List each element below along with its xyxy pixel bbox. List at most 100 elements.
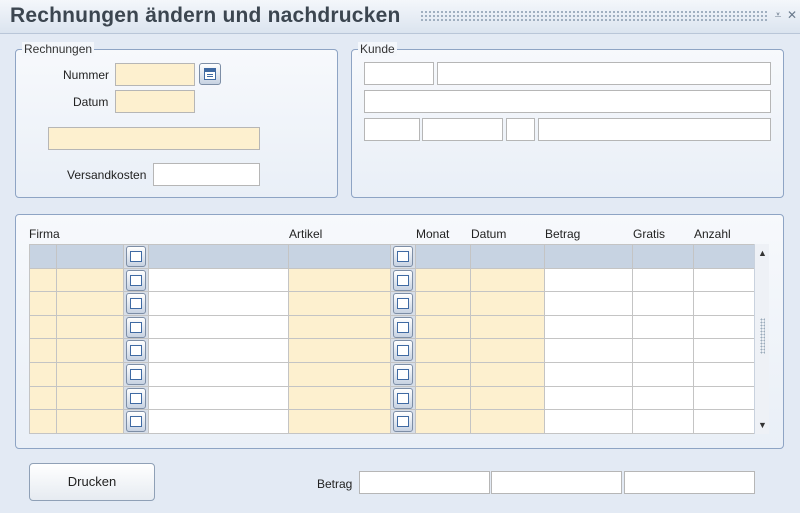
cell-firma-name[interactable]	[149, 363, 289, 387]
cell-anzahl[interactable]	[694, 315, 755, 340]
artikel-lookup-button[interactable]	[391, 315, 416, 340]
cell-artikel[interactable]	[289, 363, 391, 387]
cell-firma[interactable]	[57, 339, 124, 363]
firma-lookup-button[interactable]	[124, 339, 149, 363]
scroll-down-arrow-icon[interactable]: ▼	[755, 418, 770, 432]
cell-datum[interactable]	[471, 268, 545, 293]
cell-artikel[interactable]	[289, 339, 391, 363]
kunde-field-5[interactable]	[422, 118, 503, 141]
column-header-anzahl[interactable]: Anzahl	[694, 227, 731, 241]
cell-gratis[interactable]	[633, 410, 694, 434]
minimize-button[interactable]: ⩡	[771, 8, 785, 22]
cell-gratis[interactable]	[633, 315, 694, 340]
kunde-field-7[interactable]	[538, 118, 771, 141]
cell-gratis[interactable]	[633, 363, 694, 387]
cell-betrag[interactable]	[545, 268, 633, 293]
cell-firma[interactable]	[57, 386, 124, 411]
nummer-field[interactable]	[115, 63, 195, 86]
table-row[interactable]	[30, 268, 755, 293]
cell-artikel[interactable]	[289, 292, 391, 316]
cell-anzahl[interactable]	[694, 268, 755, 293]
calendar-button[interactable]	[126, 364, 146, 385]
cell-gratis[interactable]	[633, 245, 694, 269]
cell-gratis[interactable]	[633, 386, 694, 411]
cell-firma-name[interactable]	[149, 410, 289, 434]
calendar-button[interactable]	[393, 316, 413, 338]
cell-gratis[interactable]	[633, 268, 694, 293]
artikel-lookup-button[interactable]	[391, 268, 416, 293]
cell-monat[interactable]	[416, 339, 471, 363]
table-row[interactable]	[30, 386, 755, 411]
cell-datum[interactable]	[471, 245, 545, 269]
cell-anzahl[interactable]	[694, 292, 755, 316]
scroll-thumb-grip[interactable]	[760, 318, 765, 354]
table-row[interactable]	[30, 363, 755, 387]
betrag-total-field-3[interactable]	[624, 471, 755, 494]
calendar-button[interactable]	[126, 340, 146, 362]
cell-anzahl[interactable]	[694, 339, 755, 363]
cell-firma-code[interactable]	[30, 292, 57, 316]
cell-firma[interactable]	[57, 315, 124, 340]
cell-betrag[interactable]	[545, 339, 633, 363]
cell-firma[interactable]	[57, 245, 124, 269]
firma-lookup-button[interactable]	[124, 268, 149, 293]
column-header-firma[interactable]: Firma	[29, 227, 60, 241]
cell-firma[interactable]	[57, 292, 124, 316]
cell-monat[interactable]	[416, 315, 471, 340]
cell-anzahl[interactable]	[694, 363, 755, 387]
cell-monat[interactable]	[416, 363, 471, 387]
cell-betrag[interactable]	[545, 363, 633, 387]
cell-betrag[interactable]	[545, 245, 633, 269]
cell-monat[interactable]	[416, 410, 471, 434]
scroll-up-arrow-icon[interactable]: ▲	[755, 246, 770, 260]
cell-artikel[interactable]	[289, 268, 391, 293]
column-header-betrag[interactable]: Betrag	[545, 227, 580, 241]
nummer-lookup-button[interactable]	[199, 63, 221, 85]
cell-firma-name[interactable]	[149, 268, 289, 293]
betrag-total-field-1[interactable]	[359, 471, 490, 494]
calendar-button[interactable]	[393, 387, 413, 409]
artikel-lookup-button[interactable]	[391, 292, 416, 316]
cell-datum[interactable]	[471, 315, 545, 340]
cell-monat[interactable]	[416, 245, 471, 269]
cell-gratis[interactable]	[633, 339, 694, 363]
cell-datum[interactable]	[471, 410, 545, 434]
cell-datum[interactable]	[471, 363, 545, 387]
table-row[interactable]	[30, 292, 755, 316]
cell-firma-code[interactable]	[30, 315, 57, 340]
cell-firma-name[interactable]	[149, 245, 289, 269]
kunde-field-2[interactable]	[437, 62, 771, 85]
calendar-button[interactable]	[393, 340, 413, 362]
cell-betrag[interactable]	[545, 410, 633, 434]
calendar-button[interactable]	[126, 316, 146, 338]
table-row[interactable]	[30, 339, 755, 363]
versandkosten-field[interactable]	[153, 163, 260, 186]
table-row[interactable]	[30, 315, 755, 340]
calendar-button[interactable]	[393, 364, 413, 385]
cell-anzahl[interactable]	[694, 410, 755, 434]
artikel-lookup-button[interactable]	[391, 410, 416, 434]
calendar-button[interactable]	[126, 387, 146, 409]
cell-betrag[interactable]	[545, 292, 633, 316]
betrag-total-field-2[interactable]	[491, 471, 622, 494]
table-row[interactable]	[30, 245, 755, 269]
cell-betrag[interactable]	[545, 315, 633, 340]
cell-firma-code[interactable]	[30, 268, 57, 293]
cell-firma-name[interactable]	[149, 292, 289, 316]
firma-lookup-button[interactable]	[124, 245, 149, 269]
cell-artikel[interactable]	[289, 315, 391, 340]
firma-lookup-button[interactable]	[124, 363, 149, 387]
cell-firma[interactable]	[57, 268, 124, 293]
cell-artikel[interactable]	[289, 245, 391, 269]
firma-lookup-button[interactable]	[124, 292, 149, 316]
cell-monat[interactable]	[416, 268, 471, 293]
cell-betrag[interactable]	[545, 386, 633, 411]
grid-scrollbar[interactable]: ▲ ▼	[754, 244, 769, 434]
column-header-datum[interactable]: Datum	[471, 227, 506, 241]
calendar-button[interactable]	[393, 269, 413, 291]
cell-monat[interactable]	[416, 386, 471, 411]
firma-lookup-button[interactable]	[124, 315, 149, 340]
cell-anzahl[interactable]	[694, 386, 755, 411]
kunde-field-3[interactable]	[364, 90, 771, 113]
cell-firma-code[interactable]	[30, 363, 57, 387]
